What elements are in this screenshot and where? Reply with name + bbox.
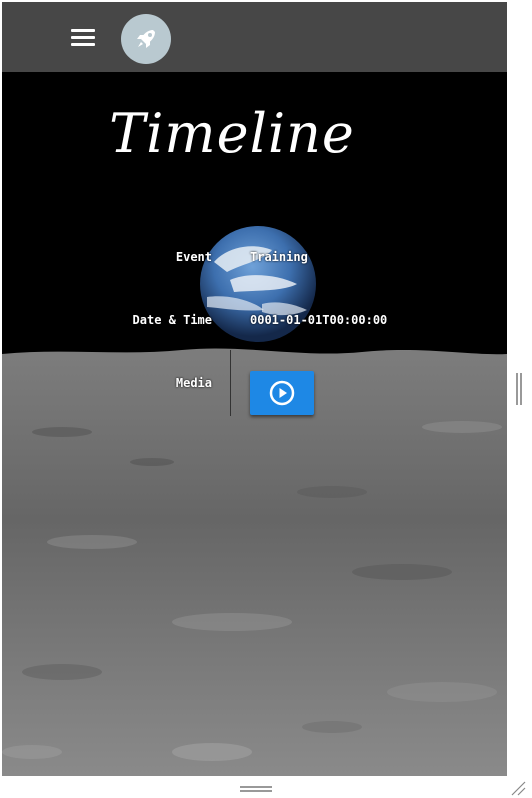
side-resize-handle[interactable] <box>516 373 523 405</box>
event-value: Training <box>250 250 308 264</box>
datetime-value: 0001-01-01T00:00:00 <box>250 313 388 327</box>
play-circle-icon <box>269 380 295 406</box>
moon-surface-image <box>2 348 507 776</box>
moon-earth-background: Timeline Event Training Date & Time 0001… <box>2 72 507 776</box>
rocket-icon <box>137 30 155 48</box>
page-title: Timeline <box>109 102 355 165</box>
media-label: Media <box>175 376 212 390</box>
event-label: Event <box>175 250 212 264</box>
media-divider <box>230 350 231 416</box>
resize-corner-icon[interactable] <box>510 780 526 796</box>
hamburger-menu-icon[interactable] <box>66 24 100 52</box>
top-app-bar <box>2 2 507 72</box>
browser-viewport: Timeline Event Training Date & Time 0001… <box>2 2 507 776</box>
datetime-label: Date & Time <box>132 313 212 327</box>
bottom-resize-handle[interactable] <box>240 786 272 792</box>
media-play-button[interactable] <box>250 371 314 415</box>
logo-button[interactable] <box>121 14 171 64</box>
